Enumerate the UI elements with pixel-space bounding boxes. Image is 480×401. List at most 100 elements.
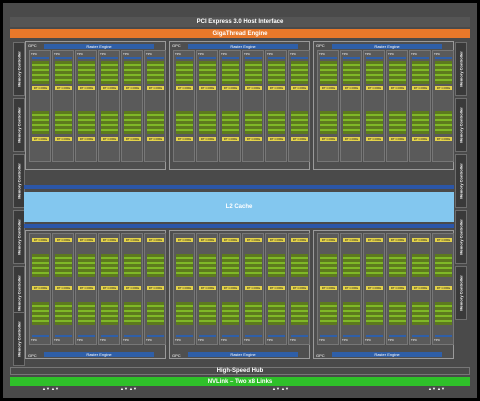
tpc-label: TPC	[175, 52, 181, 56]
pcie-host-interface: PCI Express 3.0 Host Interface	[10, 17, 470, 27]
streaming-multiprocessor	[101, 302, 118, 325]
gpc-label: GPC	[316, 353, 325, 358]
tpc: TPC RT CORE RT CORE	[98, 233, 120, 345]
streaming-multiprocessor	[291, 302, 308, 325]
polymorph-engine	[124, 57, 141, 59]
tpc-label: TPC	[175, 338, 181, 342]
tpc: TPC RT CORE RT CORE	[363, 233, 385, 345]
polymorph-engine	[412, 57, 429, 59]
rt-core: RT CORE	[32, 86, 49, 90]
raster-engine: Raster Engine	[44, 352, 154, 357]
rt-core: RT CORE	[268, 238, 285, 242]
polymorph-engine	[222, 335, 239, 337]
rt-core: RT CORE	[101, 86, 118, 90]
rt-core: RT CORE	[291, 137, 308, 141]
tpc-label: TPC	[290, 52, 296, 56]
tpc: TPC RT CORE RT CORE	[144, 50, 166, 162]
tpc: TPC RT CORE RT CORE	[288, 50, 310, 162]
rt-core: RT CORE	[268, 86, 285, 90]
rt-core: RT CORE	[343, 286, 360, 290]
rt-core: RT CORE	[343, 238, 360, 242]
streaming-multiprocessor	[199, 61, 216, 84]
streaming-multiprocessor	[176, 302, 193, 325]
streaming-multiprocessor	[268, 61, 285, 84]
streaming-multiprocessor	[435, 254, 452, 277]
streaming-multiprocessor	[55, 254, 72, 277]
streaming-multiprocessor	[32, 254, 49, 277]
memory-controller: Memory Controller	[13, 42, 25, 96]
tpc-label: TPC	[388, 52, 394, 56]
streaming-multiprocessor	[412, 302, 429, 325]
tpc-label: TPC	[267, 52, 273, 56]
rt-core: RT CORE	[366, 238, 383, 242]
rt-core: RT CORE	[291, 86, 308, 90]
streaming-multiprocessor	[222, 302, 239, 325]
streaming-multiprocessor	[320, 111, 337, 134]
gpc: GPC Raster Engine TPC RT CORE RT CORE TPC RT C…	[313, 41, 454, 170]
rt-core: RT CORE	[245, 86, 262, 90]
polymorph-engine	[268, 57, 285, 59]
rt-core: RT CORE	[343, 137, 360, 141]
polymorph-engine	[389, 57, 406, 59]
rt-core: RT CORE	[124, 238, 141, 242]
streaming-multiprocessor	[412, 254, 429, 277]
streaming-multiprocessor	[124, 254, 141, 277]
rt-core: RT CORE	[147, 86, 164, 90]
tpc: TPC RT CORE RT CORE	[219, 50, 241, 162]
tpc-label: TPC	[31, 52, 37, 56]
streaming-multiprocessor	[435, 302, 452, 325]
rt-core: RT CORE	[245, 286, 262, 290]
rt-core: RT CORE	[55, 86, 72, 90]
raster-engine: Raster Engine	[44, 44, 154, 49]
rt-core: RT CORE	[147, 137, 164, 141]
nvlink-port: ▲▼ ▲▼	[272, 386, 289, 391]
streaming-multiprocessor	[320, 302, 337, 325]
streaming-multiprocessor	[245, 111, 262, 134]
rt-core: RT CORE	[222, 238, 239, 242]
streaming-multiprocessor	[32, 111, 49, 134]
l2-crossbar-bottom	[24, 224, 454, 228]
polymorph-engine	[32, 335, 49, 337]
streaming-multiprocessor	[366, 254, 383, 277]
tpc: TPC RT CORE RT CORE	[98, 50, 120, 162]
tpc: TPC RT CORE RT CORE	[196, 233, 218, 345]
tpc-label: TPC	[77, 52, 83, 56]
polymorph-engine	[389, 335, 406, 337]
tpc-label: TPC	[319, 52, 325, 56]
polymorph-engine	[101, 57, 118, 59]
tpc-label: TPC	[319, 338, 325, 342]
tpc-label: TPC	[100, 52, 106, 56]
nvlink-port: ▲▼ ▲▼	[42, 386, 59, 391]
rt-core: RT CORE	[176, 286, 193, 290]
rt-core: RT CORE	[101, 137, 118, 141]
rt-core: RT CORE	[147, 238, 164, 242]
tpc: TPC RT CORE RT CORE	[340, 50, 362, 162]
rt-core: RT CORE	[435, 86, 452, 90]
tpc: TPC RT CORE RT CORE	[409, 50, 431, 162]
tpc-label: TPC	[198, 338, 204, 342]
raster-engine: Raster Engine	[332, 44, 442, 49]
rt-core: RT CORE	[55, 286, 72, 290]
polymorph-engine	[101, 335, 118, 337]
streaming-multiprocessor	[124, 61, 141, 84]
gigathread-engine: GigaThread Engine	[10, 29, 470, 38]
tpc: TPC RT CORE RT CORE	[29, 50, 51, 162]
memory-controller: Memory Controller	[455, 210, 467, 264]
rt-core: RT CORE	[147, 286, 164, 290]
tpc: TPC RT CORE RT CORE	[52, 50, 74, 162]
tpc-label: TPC	[54, 338, 60, 342]
polymorph-engine	[78, 57, 95, 59]
rt-core: RT CORE	[199, 286, 216, 290]
streaming-multiprocessor	[222, 254, 239, 277]
tpc: TPC RT CORE RT CORE	[363, 50, 385, 162]
tpc-label: TPC	[342, 52, 348, 56]
tpc: TPC RT CORE RT CORE	[386, 50, 408, 162]
rt-core: RT CORE	[320, 238, 337, 242]
polymorph-engine	[291, 335, 308, 337]
tpc-label: TPC	[77, 338, 83, 342]
streaming-multiprocessor	[389, 61, 406, 84]
streaming-multiprocessor	[32, 302, 49, 325]
rt-core: RT CORE	[78, 137, 95, 141]
streaming-multiprocessor	[101, 111, 118, 134]
tpc-label: TPC	[31, 338, 37, 342]
